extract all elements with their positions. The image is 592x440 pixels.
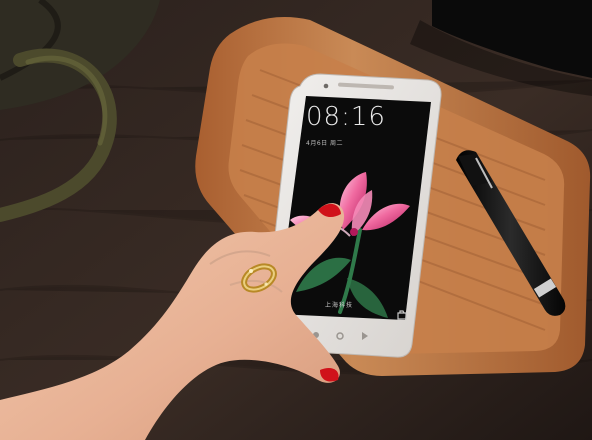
lockscreen-time: 08:16 — [306, 102, 386, 132]
lockscreen-date: 4月6日 周二 — [306, 140, 344, 147]
photo-scene — [0, 0, 592, 440]
lockscreen-location: 上海科技 — [325, 302, 354, 309]
